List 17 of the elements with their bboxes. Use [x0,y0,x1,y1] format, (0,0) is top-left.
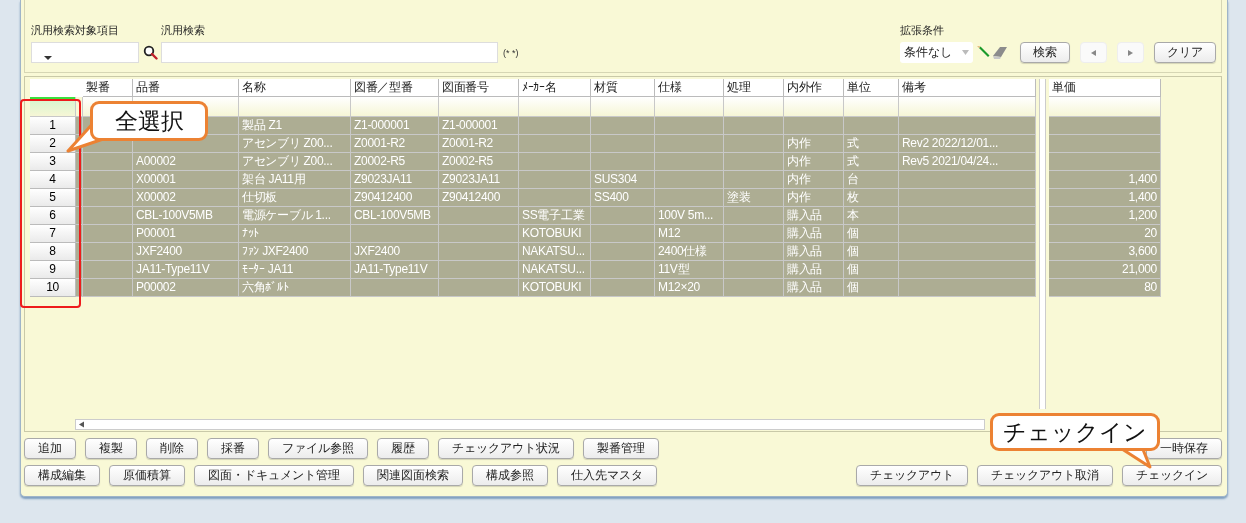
field-label: 汎用検索対象項目 [31,23,120,37]
table-cell: 購入品 [784,279,844,297]
table-cell: 六角ﾎﾞﾙﾄ [239,279,351,297]
field-label: 汎用検索 [161,23,206,37]
table-cell: KOTOBUKI [519,279,591,297]
table-cell: 個 [844,279,899,297]
table-cell: P00002 [133,279,239,297]
table-cell: 21,000 [1049,261,1161,279]
hint-text: (* *) [503,48,519,58]
table-cell: 1,400 [1049,171,1161,189]
table-cell: 1,200 [1049,207,1161,225]
field-label: 拡張条件 [900,23,945,37]
table-cell: 1,400 [1049,189,1161,207]
table-cell: 3,600 [1049,243,1161,261]
table-cell: 20 [1049,225,1161,243]
table-cell: M12×20 [655,279,724,297]
table-cell: 80 [1049,279,1161,297]
